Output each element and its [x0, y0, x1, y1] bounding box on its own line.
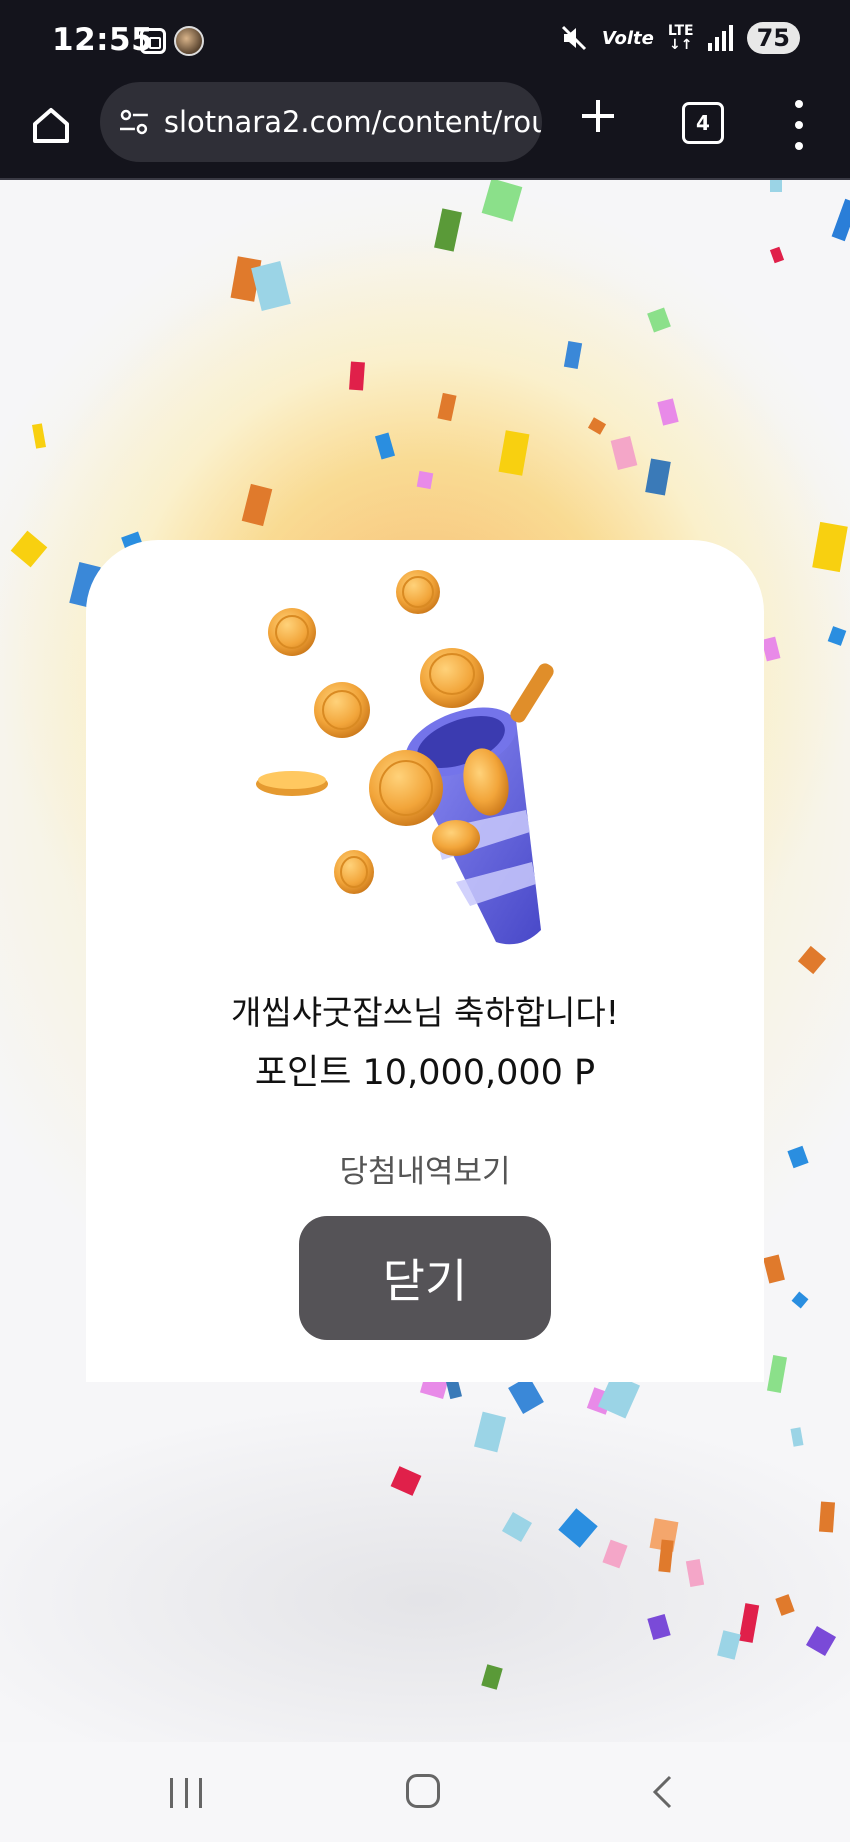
confetti-piece — [437, 392, 457, 422]
mute-icon — [561, 25, 586, 51]
confetti-piece — [481, 180, 523, 222]
confetti-piece — [657, 398, 679, 426]
confetti-piece — [31, 423, 47, 449]
confetti-piece — [827, 626, 847, 646]
confetti-piece — [251, 261, 291, 311]
close-button[interactable]: 닫기 — [299, 1216, 551, 1340]
status-time: 12:55 — [52, 22, 154, 58]
page-content: 개씹샤굿잡쓰님 축하합니다! 포인트 10,000,000 P 당첨내역보기 닫… — [0, 180, 850, 1742]
confetti-piece — [434, 208, 462, 252]
home-icon — [33, 108, 69, 143]
confetti-piece — [647, 307, 671, 333]
browser-toolbar: slotnara2.com/content/roul 4 — [0, 82, 850, 180]
confetti-piece — [769, 246, 785, 264]
confetti-piece — [791, 1291, 809, 1309]
confetti-piece — [770, 180, 782, 192]
status-left-icons — [140, 26, 204, 56]
confetti-piece — [831, 198, 850, 242]
recents-button[interactable] — [170, 1778, 202, 1808]
plus-icon — [582, 100, 614, 132]
confetti-piece — [610, 436, 638, 470]
url-bar[interactable]: slotnara2.com/content/roul — [100, 82, 542, 162]
signal-icon — [707, 25, 733, 51]
confetti-piece — [416, 470, 434, 490]
background-shade — [0, 1380, 850, 1742]
confetti-piece — [587, 417, 607, 435]
reward-dialog: 개씹샤굿잡쓰님 축하합니다! 포인트 10,000,000 P 당첨내역보기 닫… — [86, 540, 764, 1382]
url-text[interactable]: slotnara2.com/content/roul — [164, 105, 542, 139]
confetti-piece — [818, 1501, 836, 1533]
overflow-menu-button[interactable] — [786, 100, 812, 150]
home-nav-button[interactable] — [406, 1774, 440, 1808]
lte-indicator: LTE ↓↑ — [667, 23, 694, 53]
confetti-piece — [349, 361, 365, 391]
confetti-piece — [241, 483, 273, 527]
confetti-piece — [374, 432, 396, 460]
confetti-piece — [645, 458, 671, 496]
home-button[interactable] — [26, 100, 76, 150]
confetti-piece — [797, 945, 827, 975]
party-popper-coins-illustration — [256, 570, 554, 945]
notification-avatar-icon — [174, 26, 204, 56]
confetti-piece — [498, 430, 530, 476]
status-right-icons: Volte LTE ↓↑ 75 — [560, 22, 800, 54]
android-nav-bar — [0, 1742, 850, 1842]
screenshot-icon — [140, 28, 166, 54]
back-icon[interactable] — [650, 1774, 674, 1810]
confetti-piece — [761, 636, 781, 662]
confetti-piece — [763, 1254, 785, 1284]
confetti-piece — [563, 340, 583, 370]
volte-indicator: Volte — [601, 27, 654, 49]
status-bar: 12:55 Volte LTE ↓↑ 75 — [0, 0, 850, 82]
battery-indicator: 75 — [746, 22, 800, 54]
congrats-message: 개씹샤굿잡쓰님 축하합니다! — [230, 993, 620, 1032]
view-win-history-link[interactable]: 당첨내역보기 — [86, 1146, 764, 1191]
points-amount: 포인트 10,000,000 P — [254, 1053, 596, 1093]
tab-switcher-button[interactable]: 4 — [682, 102, 724, 144]
confetti-piece — [787, 1145, 809, 1169]
confetti-piece — [812, 521, 848, 573]
confetti-piece — [10, 530, 48, 568]
lte-label: LTE — [667, 23, 694, 39]
site-settings-icon[interactable] — [118, 106, 150, 138]
new-tab-button[interactable] — [572, 94, 624, 146]
